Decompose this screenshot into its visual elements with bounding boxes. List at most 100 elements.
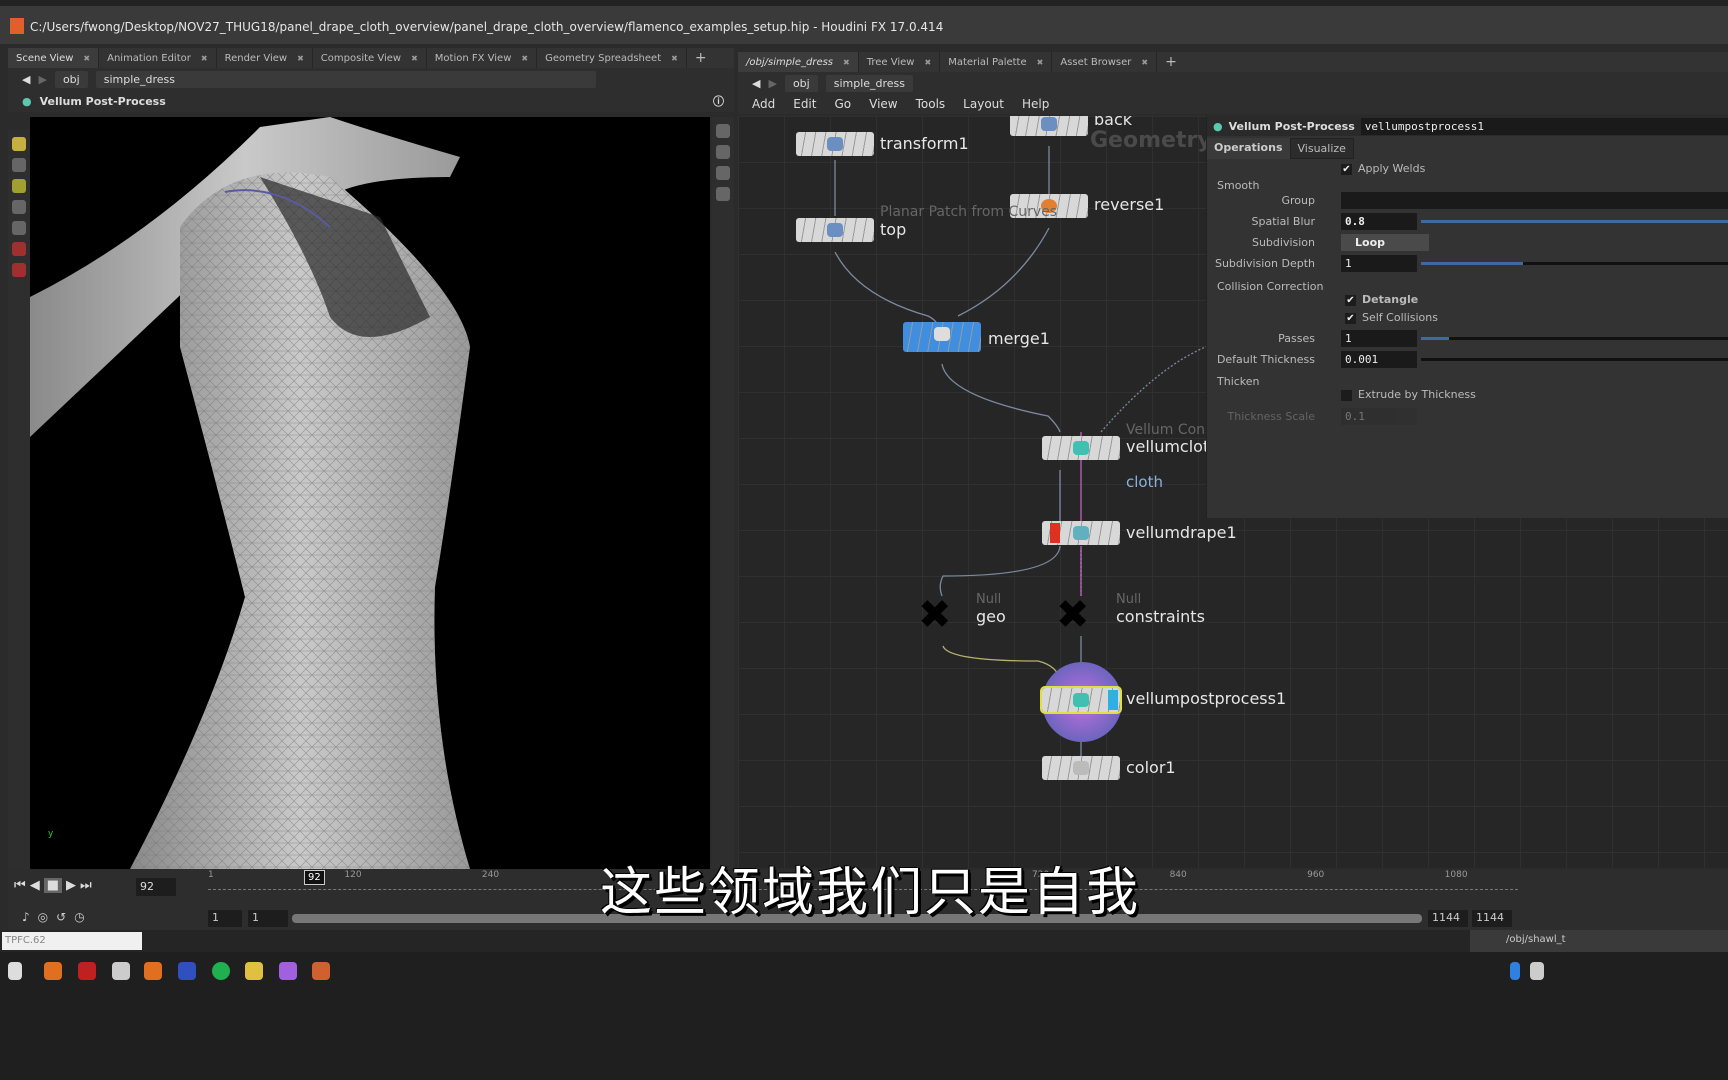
- default-thickness-field[interactable]: 0.001: [1341, 351, 1417, 368]
- bluetooth-icon[interactable]: [1510, 962, 1520, 980]
- node-name-field[interactable]: vellumpostprocess1: [1360, 117, 1728, 135]
- magnet-tool-icon[interactable]: [12, 263, 26, 277]
- loop-icon[interactable]: ↺: [56, 910, 66, 924]
- close-icon[interactable]: ✖: [201, 54, 208, 63]
- menu-edit[interactable]: Edit: [793, 97, 816, 111]
- pose-tool-icon[interactable]: [12, 221, 26, 235]
- wireframe-icon[interactable]: [716, 187, 730, 201]
- tab-scene-view[interactable]: Scene View ✖: [8, 48, 100, 68]
- jump-start-icon[interactable]: ⏮: [14, 878, 26, 893]
- close-icon[interactable]: ✖: [521, 54, 528, 63]
- tab-composite-view[interactable]: Composite View ✖: [313, 48, 427, 68]
- lock-camera-icon[interactable]: [716, 145, 730, 159]
- node-vellumpostprocess1[interactable]: [1040, 686, 1122, 714]
- play-reverse-icon[interactable]: ◀: [30, 878, 40, 893]
- menu-layout[interactable]: Layout: [963, 97, 1004, 111]
- app-icon[interactable]: [178, 962, 196, 980]
- back-arrow-icon[interactable]: ◀: [22, 73, 30, 86]
- close-icon[interactable]: ✖: [411, 54, 418, 63]
- add-tab-button[interactable]: +: [687, 48, 715, 68]
- close-icon[interactable]: ✖: [1037, 58, 1044, 67]
- current-frame-field[interactable]: 92: [136, 878, 176, 896]
- windows-start-icon[interactable]: [8, 962, 22, 980]
- spotify-icon[interactable]: [212, 962, 230, 980]
- display-option-icon[interactable]: [716, 124, 730, 138]
- close-icon[interactable]: ✖: [297, 54, 304, 63]
- default-thickness-slider[interactable]: [1421, 358, 1728, 361]
- app-icon[interactable]: [112, 962, 130, 980]
- node-vellumcloth[interactable]: [1042, 436, 1120, 460]
- tab-motion-fx-view[interactable]: Motion FX View ✖: [427, 48, 538, 68]
- blender-icon[interactable]: [44, 962, 62, 980]
- breadcrumb-simple-dress[interactable]: simple_dress: [95, 70, 596, 88]
- display-flag[interactable]: [1050, 523, 1060, 543]
- handle-tool-icon[interactable]: [12, 179, 26, 193]
- forward-arrow-icon[interactable]: ▶: [768, 77, 776, 90]
- passes-slider[interactable]: [1421, 337, 1728, 340]
- jump-end-icon[interactable]: ⏭: [80, 878, 92, 893]
- stop-icon[interactable]: ■: [43, 878, 62, 893]
- view-tool-icon[interactable]: [12, 200, 26, 214]
- self-collisions-checkbox[interactable]: ✔ Self Collisions: [1345, 311, 1438, 324]
- tab-asset-browser[interactable]: Asset Browser ✖: [1052, 52, 1158, 72]
- back-arrow-icon[interactable]: ◀: [752, 77, 760, 90]
- end-frame-field[interactable]: 1144: [1472, 910, 1512, 927]
- help-icon[interactable]: ⓘ: [713, 93, 724, 109]
- play-icon[interactable]: ▶: [66, 878, 76, 893]
- tab-geometry-spreadsheet[interactable]: Geometry Spreadsheet ✖: [537, 48, 687, 68]
- blender-icon[interactable]: [144, 962, 162, 980]
- close-icon[interactable]: ✖: [83, 54, 90, 63]
- node-vellumdrape1[interactable]: [1042, 521, 1120, 545]
- tab-network[interactable]: /obj/simple_dress ✖: [738, 52, 859, 72]
- spatial-blur-slider[interactable]: [1421, 220, 1728, 223]
- close-icon[interactable]: ✖: [1141, 58, 1148, 67]
- node-constraints[interactable]: ✖: [1056, 594, 1108, 636]
- tab-visualize[interactable]: Visualize: [1289, 138, 1354, 159]
- menu-go[interactable]: Go: [834, 97, 851, 111]
- status-field[interactable]: TPFC.62: [2, 932, 142, 950]
- breadcrumb-obj[interactable]: obj: [54, 70, 88, 88]
- forward-arrow-icon[interactable]: ▶: [38, 73, 46, 86]
- add-tab-button[interactable]: +: [1157, 52, 1185, 72]
- select-tool-icon[interactable]: [12, 137, 26, 151]
- tab-tree-view[interactable]: Tree View ✖: [859, 52, 941, 72]
- close-icon[interactable]: ✖: [671, 54, 678, 63]
- node-top[interactable]: [796, 218, 874, 242]
- audio-icon[interactable]: ♪: [22, 910, 30, 924]
- subdivision-depth-slider[interactable]: [1421, 262, 1728, 265]
- menu-view[interactable]: View: [869, 97, 897, 111]
- tab-material-palette[interactable]: Material Palette ✖: [940, 52, 1053, 72]
- clock-icon[interactable]: ◷: [74, 910, 84, 924]
- display-flag[interactable]: [1108, 690, 1118, 710]
- snap-tool-icon[interactable]: [12, 242, 26, 256]
- tab-operations[interactable]: Operations: [1207, 138, 1290, 159]
- menu-add[interactable]: Add: [752, 97, 775, 111]
- 3d-viewport[interactable]: y: [30, 117, 710, 869]
- detangle-checkbox[interactable]: ✔ Detangle: [1345, 293, 1418, 306]
- end-range-field[interactable]: 1144: [1428, 910, 1468, 927]
- houdini-icon[interactable]: [312, 962, 330, 980]
- realtime-icon[interactable]: ◎: [38, 910, 48, 924]
- subdivision-dropdown[interactable]: Loop: [1341, 234, 1429, 251]
- app-icon[interactable]: [279, 962, 297, 980]
- node-back[interactable]: [1010, 116, 1088, 136]
- transform-tool-icon[interactable]: [12, 158, 26, 172]
- start-range-field[interactable]: 1: [248, 910, 288, 927]
- apply-welds-checkbox[interactable]: ✔ Apply Welds: [1341, 162, 1425, 175]
- node-transform1[interactable]: [796, 132, 874, 156]
- menu-tools[interactable]: Tools: [916, 97, 946, 111]
- group-field[interactable]: [1341, 192, 1728, 209]
- tab-animation-editor[interactable]: Animation Editor ✖: [99, 48, 217, 68]
- breadcrumb-simple-dress[interactable]: simple_dress: [825, 74, 914, 92]
- tray-icon[interactable]: [1530, 962, 1544, 980]
- menu-help[interactable]: Help: [1022, 97, 1049, 111]
- app-icon[interactable]: [78, 962, 96, 980]
- close-icon[interactable]: ✖: [843, 58, 850, 67]
- passes-field[interactable]: 1: [1341, 330, 1417, 347]
- node-geo[interactable]: ✖: [918, 594, 970, 636]
- node-merge1[interactable]: [903, 322, 981, 352]
- subdivision-depth-field[interactable]: 1: [1341, 255, 1417, 272]
- spatial-blur-field[interactable]: 0.8: [1341, 213, 1417, 230]
- close-icon[interactable]: ✖: [924, 58, 931, 67]
- thickness-scale-field[interactable]: 0.1: [1341, 408, 1417, 425]
